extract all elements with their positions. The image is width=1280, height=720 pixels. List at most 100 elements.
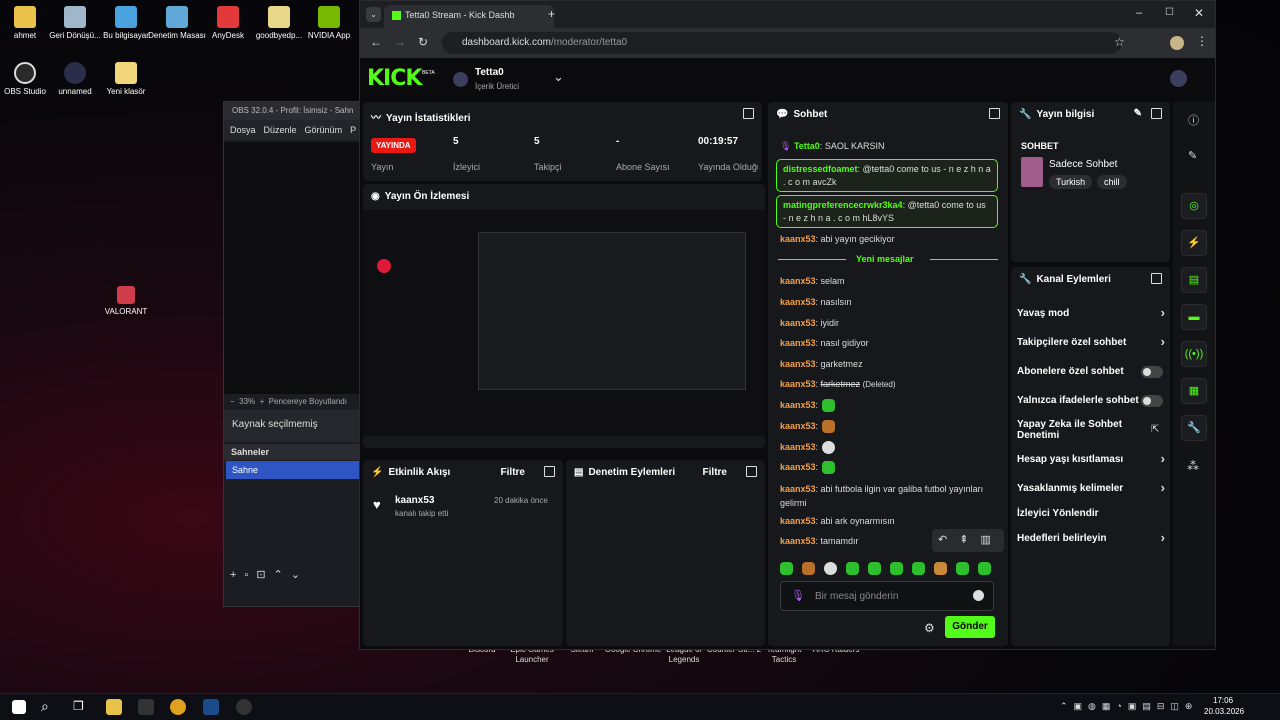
popout-icon[interactable] (989, 108, 1000, 119)
mod-filter-button[interactable]: Filtre (703, 467, 727, 478)
tag-chip[interactable]: chill (1097, 175, 1127, 189)
channel-switch-chevron-icon[interactable]: ⌄ (553, 69, 564, 85)
external-link-icon[interactable]: ⇱ (1151, 424, 1159, 435)
emote-icon[interactable] (934, 562, 947, 575)
rail-broadcast-button[interactable]: ((•)) (1181, 341, 1207, 367)
mic-icon[interactable]: 🎙 (791, 589, 805, 602)
url-field[interactable]: dashboard.kick.com/moderator/tetta0 (442, 32, 1122, 54)
popout-icon[interactable] (1151, 273, 1162, 284)
chat-message-hovered[interactable]: kaanx53: tamamdır (780, 536, 859, 546)
chat-highlight-message[interactable]: distressedfoamet: @tetta0 come to us - n… (776, 159, 998, 192)
chat-message-emote[interactable]: kaanx53: (780, 441, 836, 454)
chat-message[interactable]: kaanx53: selam (780, 276, 845, 286)
obs-menu-view[interactable]: Görünüm (305, 125, 343, 135)
back-icon[interactable]: ← (370, 35, 382, 49)
emoji-picker-icon[interactable] (973, 590, 984, 601)
popout-icon[interactable] (743, 108, 754, 119)
desktop-icon-new-folder[interactable]: Yeni klasör (91, 62, 161, 97)
file-explorer-icon[interactable] (106, 699, 122, 715)
clock-date[interactable]: 20.03.2026 (1204, 707, 1244, 716)
info-icon[interactable]: ⓘ (1188, 112, 1199, 128)
rail-doc-button[interactable]: ▤ (1181, 267, 1207, 293)
search-icon[interactable]: ⌕ (41, 698, 49, 715)
profile-avatar[interactable] (1170, 36, 1184, 50)
bookmark-star-icon[interactable]: ☆ (1114, 35, 1125, 49)
desktop-icon-valorant[interactable]: VALORANT (91, 286, 161, 317)
obs-menu-more[interactable]: P (350, 125, 356, 135)
action-slow-mode[interactable]: Yavaş mod › (1017, 305, 1167, 322)
channel-avatar[interactable] (453, 72, 468, 87)
chat-message[interactable]: kaanx53: abi yayın gecikiyor (780, 234, 895, 244)
chat-input[interactable]: 🎙 Bir mesaj gönderin (780, 581, 994, 611)
chat-message-deleted[interactable]: kaanx53: farketmez (Deleted) (780, 379, 895, 389)
action-subscribers-only[interactable]: Abonelere özel sohbet (1017, 366, 1167, 380)
close-button[interactable]: ✕ (1194, 6, 1204, 20)
rail-stream-button[interactable]: ◎ (1181, 193, 1207, 219)
category-name[interactable]: Sadece Sohbet (1049, 159, 1117, 170)
rail-layout-button[interactable]: ▦ (1181, 378, 1207, 404)
system-tray-icons[interactable]: ⌃▣◍▦◔▣▤⊟◫⊕ (1060, 701, 1198, 712)
emote-icon[interactable] (824, 562, 837, 575)
obs-scene-toolbar[interactable]: +▫⊡⌃⌄ (230, 568, 308, 581)
desktop-icon-nvidia[interactable]: NVIDIA App (294, 6, 364, 41)
steam-icon[interactable] (203, 699, 219, 715)
action-followers-only[interactable]: Takipçilere özel sohbet › (1017, 334, 1167, 351)
windows-start-icon[interactable] (12, 700, 26, 714)
rail-wrench-button[interactable]: 🔧 (1181, 415, 1207, 441)
task-view-icon[interactable]: ❐ (73, 699, 84, 713)
action-account-age[interactable]: Hesap yaşı kısıtlaması › (1017, 451, 1167, 468)
send-button[interactable]: Gönder (945, 616, 995, 638)
obs-menu-file[interactable]: Dosya (230, 125, 256, 135)
emote-icon[interactable] (868, 562, 881, 575)
chat-message[interactable]: kaanx53: iyidir (780, 318, 839, 328)
chat-message-emote[interactable]: kaanx53: (780, 420, 836, 433)
action-emotes-only[interactable]: Yalnızca ifadelerle sohbet (1017, 395, 1167, 409)
chat-highlight-message[interactable]: matingpreferencecrwkr3ka4: @tetta0 come … (776, 195, 998, 228)
emote-icon[interactable] (890, 562, 903, 575)
minimize-button[interactable]: – (1136, 7, 1142, 19)
chat-message-top[interactable]: 🎙 Tetta0: SAOL KARSIN (780, 141, 885, 152)
obs-fit-label[interactable]: Pencereye Boyutlandı (269, 397, 347, 406)
edit-pencil-icon[interactable]: ✎ (1134, 108, 1142, 119)
new-tab-button[interactable]: + (548, 7, 555, 21)
action-set-goals[interactable]: Hedefleri belirleyin › (1017, 530, 1167, 547)
emote-icon[interactable] (846, 562, 859, 575)
chrome-menu-icon[interactable]: ⋮ (1196, 34, 1208, 48)
user-avatar[interactable] (1170, 70, 1187, 87)
obs-taskbar-icon[interactable] (236, 699, 252, 715)
chat-message[interactable]: kaanx53: nasıl gidiyor (780, 338, 869, 348)
more-dots-icon[interactable]: ⁂ (1187, 459, 1199, 473)
stream-preview-video[interactable] (363, 210, 765, 448)
channel-name[interactable]: Tetta0 (475, 67, 504, 78)
activity-filter-button[interactable]: Filtre (501, 467, 525, 478)
undo-icon[interactable]: ↶ (938, 534, 959, 546)
chat-message[interactable]: kaanx53: abi ark oynarmısın (780, 516, 895, 526)
tag-chip[interactable]: Turkish (1049, 175, 1093, 189)
chat-settings-gear-icon[interactable]: ⚙ (924, 621, 935, 635)
action-ai-moderation[interactable]: Yapay Zeka ile Sohbet Denetimi (1017, 419, 1137, 443)
rail-bolt-button[interactable]: ⚡ (1181, 230, 1207, 256)
emote-quick-bar[interactable] (780, 562, 1000, 578)
obs-menu-edit[interactable]: Düzenle (264, 125, 297, 135)
clock-time[interactable]: 17:06 (1213, 696, 1233, 705)
kick-logo[interactable]: KICK (367, 66, 422, 91)
activity-user[interactable]: kaanx53 (395, 495, 434, 506)
emote-icon[interactable] (978, 562, 991, 575)
emote-icon[interactable] (912, 562, 925, 575)
pin-icon[interactable]: ⇞ (959, 534, 980, 546)
subscribers-only-toggle[interactable] (1141, 366, 1163, 378)
epic-games-icon[interactable] (138, 699, 154, 715)
emote-icon[interactable] (956, 562, 969, 575)
chat-message-emote[interactable]: kaanx53: (780, 461, 836, 474)
tab-kick-dashboard[interactable]: Tetta0 Stream - Kick Dashb (384, 5, 554, 28)
emote-icon[interactable] (802, 562, 815, 575)
maximize-button[interactable]: ☐ (1165, 7, 1174, 18)
popout-icon[interactable] (544, 466, 555, 477)
forward-icon[interactable]: → (394, 35, 406, 49)
emote-icon[interactable] (780, 562, 793, 575)
obs-scene-item[interactable]: Sahne (226, 461, 362, 479)
chrome-icon[interactable] (170, 699, 186, 715)
pencil-icon[interactable]: ✎ (1188, 149, 1197, 162)
emotes-only-toggle[interactable] (1141, 395, 1163, 407)
tab-search-icon[interactable]: ⌄ (366, 7, 381, 22)
